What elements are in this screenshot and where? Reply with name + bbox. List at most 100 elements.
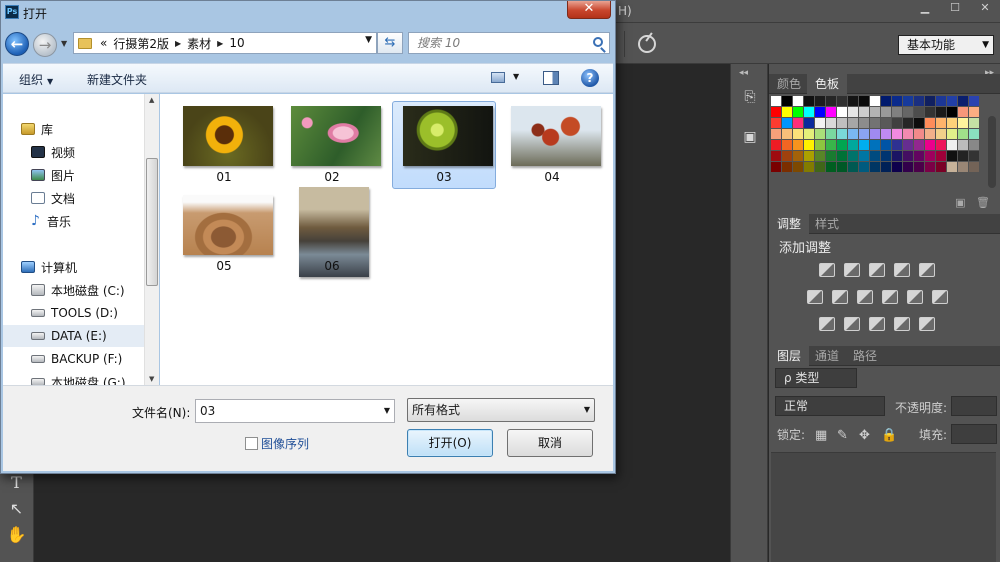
chevron-right-icon[interactable]: ▶ — [175, 39, 181, 48]
scroll-thumb[interactable] — [146, 158, 158, 286]
search-icon[interactable] — [593, 37, 603, 47]
color-swatch[interactable] — [925, 96, 935, 106]
exposure-icon[interactable] — [894, 263, 910, 277]
organize-button[interactable]: 组织 ▼ — [19, 71, 53, 88]
breadcrumb-overflow[interactable]: « — [100, 36, 107, 50]
scroll-down-icon[interactable]: ▼ — [149, 375, 154, 383]
color-swatch[interactable] — [815, 140, 825, 150]
selective-color-icon[interactable] — [894, 317, 910, 331]
nav-item[interactable]: 库 — [3, 118, 145, 140]
workspace-select[interactable]: 基本功能 ▼ — [898, 35, 994, 55]
color-swatch[interactable] — [969, 129, 979, 139]
scroll-up-icon[interactable]: ▲ — [149, 96, 154, 104]
nav-item[interactable]: 文档 — [3, 187, 145, 209]
breadcrumb-item[interactable]: 行摄第2版 — [113, 35, 169, 52]
preview-pane-icon[interactable] — [543, 71, 559, 85]
invert-icon[interactable] — [819, 317, 835, 331]
color-swatch[interactable] — [958, 162, 968, 172]
color-swatch[interactable] — [881, 151, 891, 161]
color-swatch[interactable] — [947, 129, 957, 139]
color-swatch[interactable] — [958, 107, 968, 117]
photo-filter-icon[interactable] — [882, 290, 898, 304]
color-swatch[interactable] — [958, 129, 968, 139]
color-swatch[interactable] — [804, 162, 814, 172]
color-swatch[interactable] — [947, 151, 957, 161]
tab-channels[interactable]: 通道 — [807, 346, 847, 366]
new-swatch-delete-icons[interactable]: ▣ 🗑 — [955, 196, 990, 210]
color-swatch[interactable] — [936, 151, 946, 161]
color-swatch[interactable] — [925, 162, 935, 172]
color-swatch[interactable] — [914, 162, 924, 172]
color-swatch[interactable] — [925, 140, 935, 150]
color-swatch[interactable] — [958, 151, 968, 161]
color-swatch[interactable] — [771, 96, 781, 106]
color-swatch[interactable] — [837, 129, 847, 139]
color-swatch[interactable] — [969, 162, 979, 172]
color-swatch[interactable] — [782, 140, 792, 150]
3d-panel-icon[interactable]: ▣ — [741, 128, 759, 146]
color-swatch[interactable] — [914, 151, 924, 161]
nav-item[interactable]: TOOLS (D:) — [3, 302, 145, 324]
color-swatch[interactable] — [936, 129, 946, 139]
layer-filter-select[interactable]: ρ 类型 — [775, 368, 857, 388]
threshold-icon[interactable] — [869, 317, 885, 331]
color-swatch[interactable] — [936, 118, 946, 128]
color-swatch[interactable] — [903, 140, 913, 150]
color-swatch[interactable] — [969, 118, 979, 128]
nav-item[interactable]: 计算机 — [3, 256, 145, 278]
color-swatch[interactable] — [870, 129, 880, 139]
help-icon[interactable]: ? — [581, 69, 599, 87]
color-swatch[interactable] — [837, 118, 847, 128]
hue-saturation-icon[interactable] — [807, 290, 823, 304]
color-swatch[interactable] — [892, 118, 902, 128]
levels-icon[interactable] — [844, 263, 860, 277]
lock-position-icon[interactable]: ✥ — [859, 428, 870, 443]
color-swatch[interactable] — [782, 107, 792, 117]
color-swatch[interactable] — [826, 96, 836, 106]
minimize-icon[interactable]: ▁ — [910, 0, 940, 16]
color-swatch[interactable] — [771, 118, 781, 128]
color-swatch[interactable] — [914, 129, 924, 139]
search-input[interactable]: 搜索 10 — [408, 32, 610, 54]
color-swatch[interactable] — [848, 96, 858, 106]
nav-item[interactable]: 本地磁盘 (C:) — [3, 279, 145, 301]
color-swatch[interactable] — [892, 162, 902, 172]
color-swatch[interactable] — [936, 96, 946, 106]
color-swatch[interactable] — [870, 107, 880, 117]
black-white-icon[interactable] — [857, 290, 873, 304]
tab-paths[interactable]: 路径 — [845, 346, 885, 366]
recent-locations-icon[interactable]: ▼ — [61, 39, 67, 48]
color-swatch[interactable] — [804, 118, 814, 128]
fill-field[interactable] — [951, 424, 997, 444]
color-swatch[interactable] — [969, 140, 979, 150]
path-selection-tool-icon[interactable]: ↖ — [0, 496, 33, 522]
color-swatch[interactable] — [815, 96, 825, 106]
color-swatch[interactable] — [914, 140, 924, 150]
nav-item[interactable]: BACKUP (F:) — [3, 348, 145, 370]
color-balance-icon[interactable] — [832, 290, 848, 304]
address-bar[interactable]: « 行摄第2版 ▶ 素材 ▶ 10 ▼ — [73, 32, 377, 54]
color-swatch[interactable] — [848, 118, 858, 128]
color-swatch[interactable] — [815, 162, 825, 172]
file-item[interactable]: 05 — [172, 190, 276, 278]
lock-all-icon[interactable]: 🔒 — [881, 428, 897, 443]
chevron-down-icon[interactable]: ▼ — [365, 35, 372, 45]
color-swatch[interactable] — [914, 96, 924, 106]
color-swatch[interactable] — [881, 107, 891, 117]
gradient-map-icon[interactable] — [919, 317, 935, 331]
color-swatch[interactable] — [925, 151, 935, 161]
color-swatch[interactable] — [771, 129, 781, 139]
color-swatch[interactable] — [782, 118, 792, 128]
color-swatch[interactable] — [892, 140, 902, 150]
curves-icon[interactable] — [869, 263, 885, 277]
color-swatch[interactable] — [881, 96, 891, 106]
color-swatch[interactable] — [958, 118, 968, 128]
maximize-icon[interactable]: ☐ — [940, 0, 970, 16]
tab-swatches[interactable]: 色板 — [807, 74, 848, 94]
chevron-right-icon[interactable]: ▶ — [217, 39, 223, 48]
image-sequence-label[interactable]: 图像序列 — [261, 435, 309, 452]
close-button[interactable]: ✕ — [567, 1, 611, 19]
navigation-scrollbar[interactable]: ▲ ▼ — [144, 94, 159, 385]
color-swatch[interactable] — [815, 129, 825, 139]
color-swatch[interactable] — [793, 162, 803, 172]
